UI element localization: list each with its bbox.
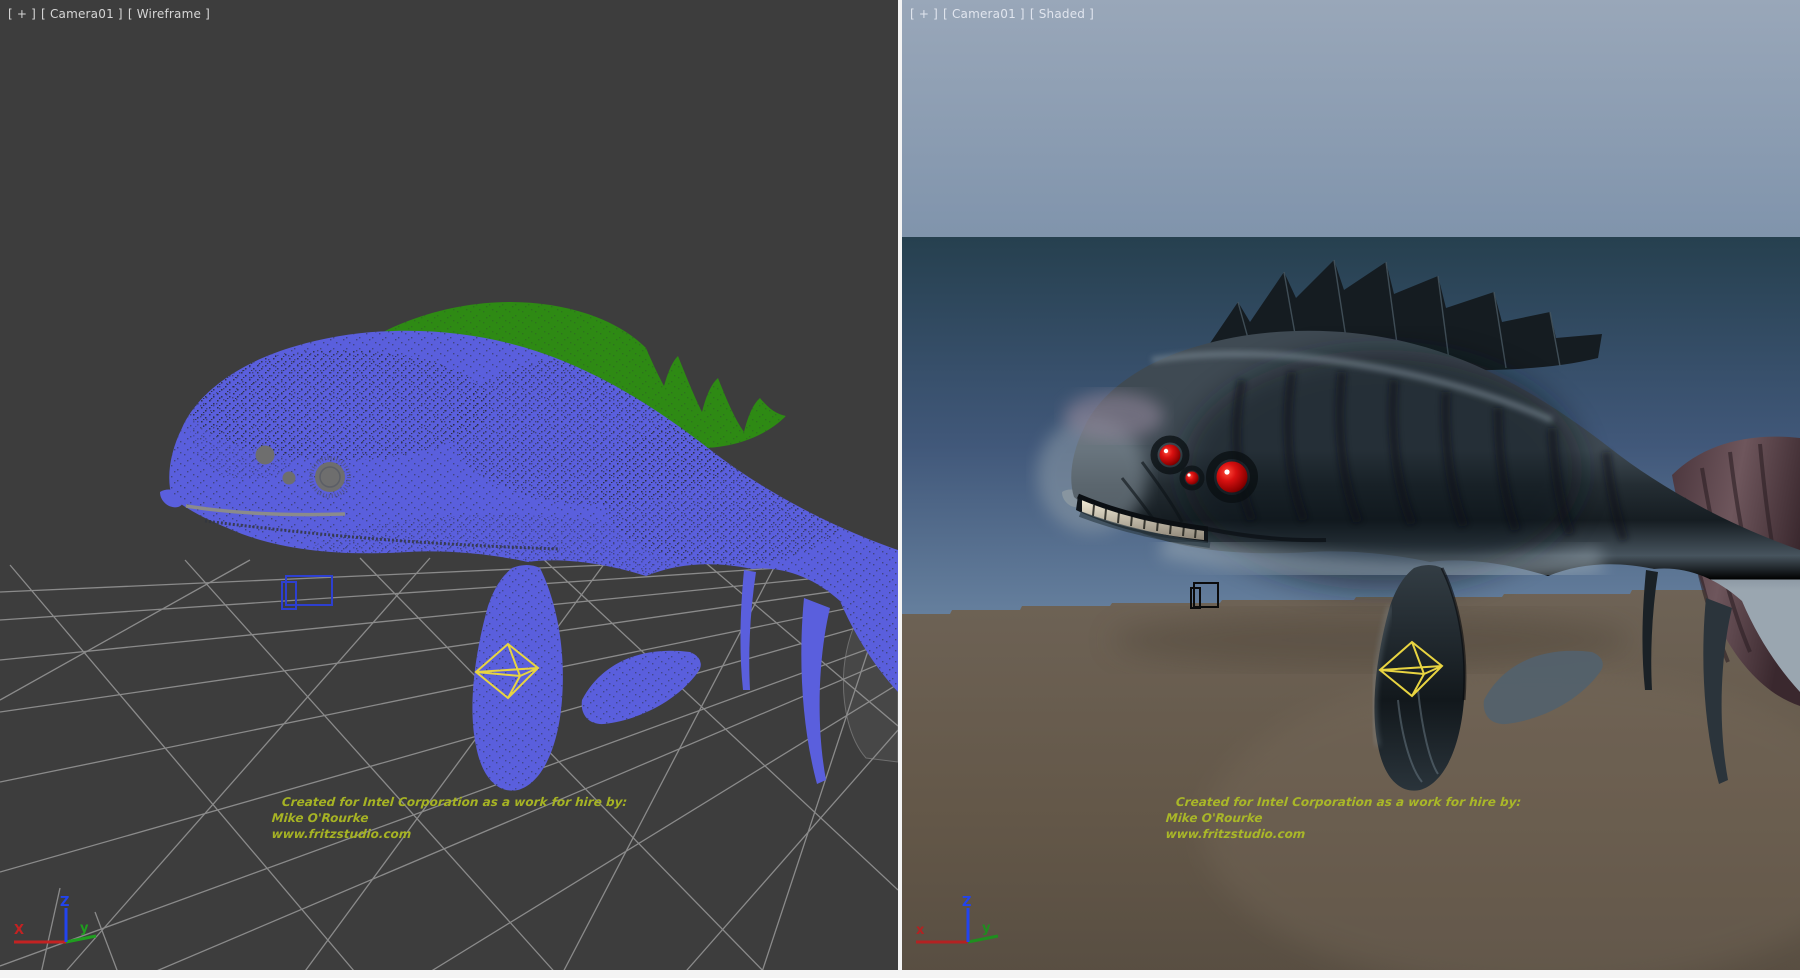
viewport-wireframe[interactable]: Created for Intel Corporation as a work … bbox=[0, 0, 898, 978]
svg-text:www.fritzstudio.com: www.fritzstudio.com bbox=[271, 827, 412, 841]
viewport-area: Created for Intel Corporation as a work … bbox=[0, 0, 1800, 978]
svg-text:Mike O'Rourke: Mike O'Rourke bbox=[1165, 811, 1263, 825]
axis-y-label: y bbox=[982, 921, 991, 936]
viewport-label: [ + ] [ Camera01 ] [ Wireframe ] bbox=[8, 7, 210, 21]
svg-text:Created for Intel Corporation: Created for Intel Corporation as a work … bbox=[1175, 795, 1521, 809]
axis-x-label: x bbox=[916, 923, 925, 938]
viewport-label: [ + ] [ Camera01 ] [ Shaded ] bbox=[910, 7, 1094, 21]
axis-x-label: X bbox=[14, 923, 24, 938]
svg-text:www.fritzstudio.com: www.fritzstudio.com bbox=[1165, 827, 1306, 841]
viewport-general-menu[interactable]: [ + ] bbox=[910, 7, 938, 21]
svg-text:Mike O'Rourke: Mike O'Rourke bbox=[271, 811, 369, 825]
axis-z-label: Z bbox=[962, 895, 971, 910]
axis-z-label: Z bbox=[60, 895, 69, 910]
viewport-pov-menu[interactable]: [ Camera01 ] bbox=[943, 7, 1025, 21]
sky-backdrop[interactable] bbox=[902, 0, 1800, 237]
ground-terrain[interactable] bbox=[902, 587, 1800, 978]
viewport-frame-edge bbox=[0, 970, 1800, 978]
svg-text:Created for Intel Corporation: Created for Intel Corporation as a work … bbox=[281, 795, 627, 809]
viewport-pov-menu[interactable]: [ Camera01 ] bbox=[41, 7, 123, 21]
viewport-shaded[interactable]: Created for Intel Corporation as a work … bbox=[902, 0, 1800, 978]
axis-y-label: y bbox=[80, 921, 89, 936]
viewport-shading-menu[interactable]: [ Shaded ] bbox=[1030, 7, 1094, 21]
viewport-general-menu[interactable]: [ + ] bbox=[8, 7, 36, 21]
viewport-shading-menu[interactable]: [ Wireframe ] bbox=[128, 7, 210, 21]
